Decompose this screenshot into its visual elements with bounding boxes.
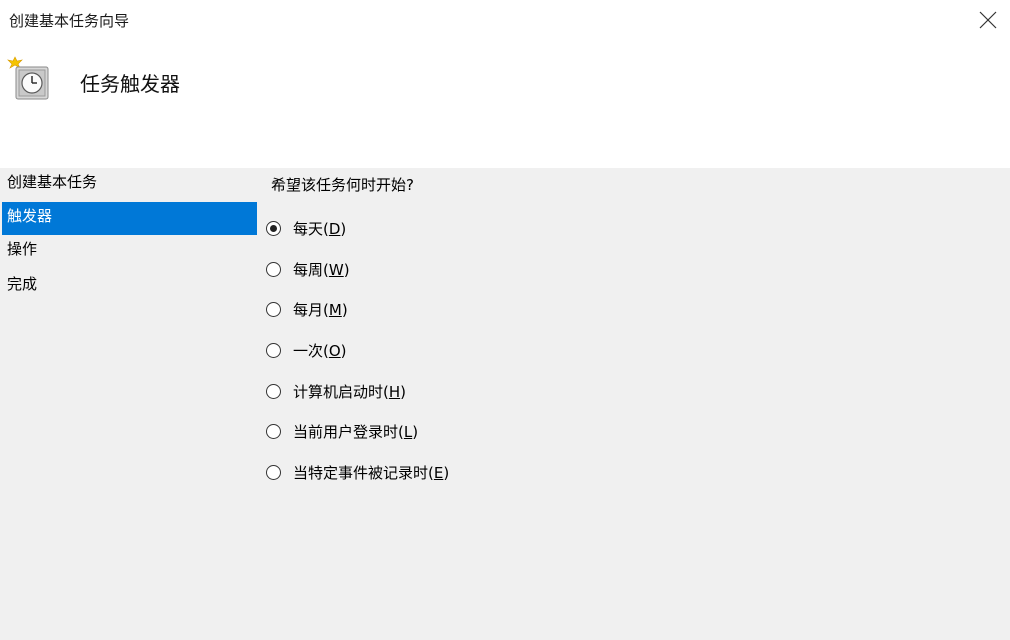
option-once-label: 一次(O) xyxy=(293,342,347,360)
option-at-startup-label: 计算机启动时(H) xyxy=(293,383,406,401)
radio-at-logon[interactable] xyxy=(266,424,281,439)
option-weekly-label: 每周(W) xyxy=(293,261,350,279)
radio-once[interactable] xyxy=(266,343,281,358)
option-at-logon-label: 当前用户登录时(L) xyxy=(293,423,419,441)
wizard-steps-sidebar: 创建基本任务 触发器 操作 完成 xyxy=(0,168,258,640)
radio-monthly[interactable] xyxy=(266,302,281,317)
option-daily-label: 每天(D) xyxy=(293,220,347,238)
sidebar-item-action[interactable]: 操作 xyxy=(2,235,257,268)
wizard-content: 创建基本任务 触发器 操作 完成 希望该任务何时开始? 每天(D) 每周(W) … xyxy=(0,168,1010,640)
sidebar-item-create-basic-task: 创建基本任务 xyxy=(7,173,98,191)
radio-at-startup[interactable] xyxy=(266,384,281,399)
title-bar: 创建基本任务向导 xyxy=(0,0,1010,40)
wizard-header: 任务触发器 xyxy=(0,40,1010,168)
radio-on-event[interactable] xyxy=(266,465,281,480)
page-title: 任务触发器 xyxy=(80,72,180,96)
option-monthly-label: 每月(M) xyxy=(293,301,348,319)
option-on-event-label: 当特定事件被记录时(E) xyxy=(293,464,450,482)
sidebar-item-trigger[interactable]: 触发器 xyxy=(2,202,257,235)
window-title: 创建基本任务向导 xyxy=(9,12,130,30)
radio-daily[interactable] xyxy=(266,221,281,236)
scheduled-task-clock-icon xyxy=(6,54,54,102)
sidebar-item-finish[interactable]: 完成 xyxy=(2,270,257,303)
close-button[interactable] xyxy=(970,2,1006,38)
radio-weekly[interactable] xyxy=(266,262,281,277)
trigger-question: 希望该任务何时开始? xyxy=(271,176,414,194)
close-icon xyxy=(979,11,997,29)
